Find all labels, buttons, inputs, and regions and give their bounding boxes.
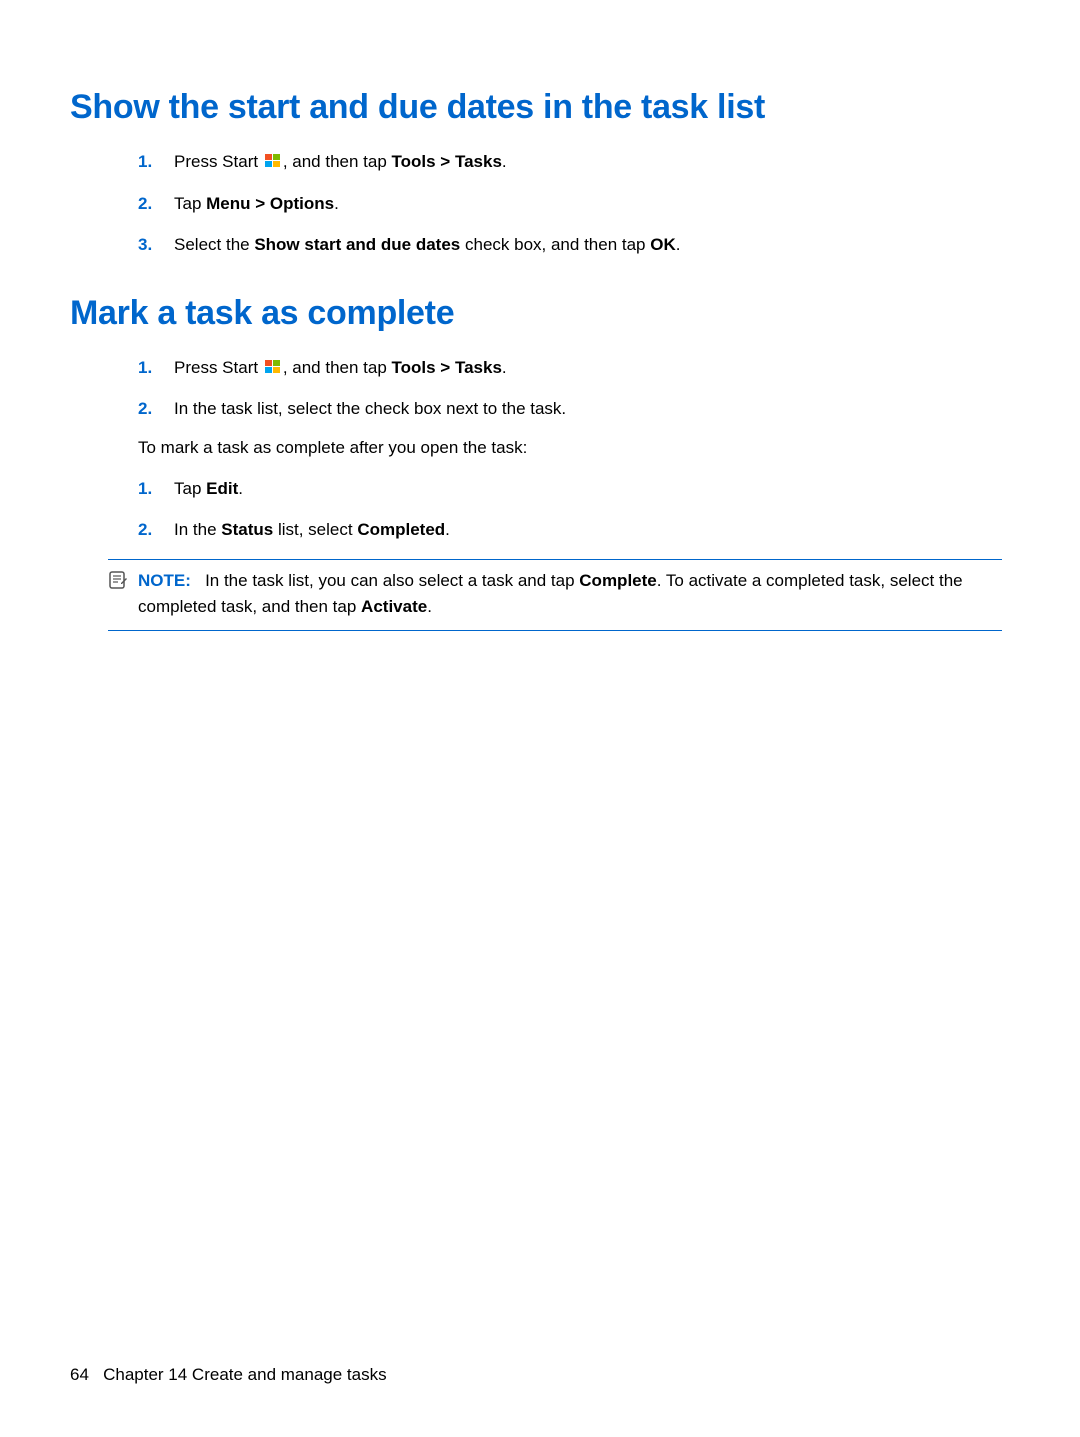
step-text: Tap Menu > Options. [174, 191, 1010, 217]
chapter-title: Chapter 14 Create and manage tasks [103, 1365, 387, 1384]
text: In the task list, you can also select a … [205, 571, 579, 590]
note-block: NOTE: In the task list, you can also sel… [108, 559, 1002, 632]
text-bold: Completed [357, 520, 445, 539]
step-text: In the task list, select the check box n… [174, 396, 1010, 422]
step-number: 2. [138, 396, 174, 422]
step-text: Press Start , and then tap Tools > Tasks… [174, 149, 1010, 175]
step: 2. Tap Menu > Options. [138, 191, 1010, 217]
heading-mark-complete: Mark a task as complete [70, 294, 1010, 333]
text-bold: OK [650, 235, 676, 254]
text: . [676, 235, 681, 254]
text: Press Start [174, 152, 263, 171]
note-text: NOTE: In the task list, you can also sel… [138, 568, 1002, 621]
step-number: 1. [138, 355, 174, 381]
step-number: 3. [138, 232, 174, 258]
heading-show-dates: Show the start and due dates in the task… [70, 88, 1010, 127]
text: Tap [174, 479, 206, 498]
text: Tap [174, 194, 206, 213]
step-number: 1. [138, 476, 174, 502]
step: 1. Tap Edit. [138, 476, 1010, 502]
windows-start-icon [265, 154, 281, 168]
text: check box, and then tap [460, 235, 650, 254]
text-bold: Complete [579, 571, 656, 590]
note-icon [108, 570, 128, 590]
steps-section2a: 1. Press Start , and then tap Tools > Ta… [138, 355, 1010, 422]
steps-section1: 1. Press Start , and then tap Tools > Ta… [138, 149, 1010, 258]
text: . [502, 358, 507, 377]
text: list, select [273, 520, 357, 539]
text: In the task list, select the check box n… [174, 399, 566, 418]
steps-section2b: 1. Tap Edit. 2. In the Status list, sele… [138, 476, 1010, 543]
step-number: 1. [138, 149, 174, 175]
step: 1. Press Start , and then tap Tools > Ta… [138, 355, 1010, 381]
step-text: Press Start , and then tap Tools > Tasks… [174, 355, 1010, 381]
text: Select the [174, 235, 254, 254]
step: 1. Press Start , and then tap Tools > Ta… [138, 149, 1010, 175]
text-bold: Show start and due dates [254, 235, 460, 254]
text-bold: Tools > Tasks [392, 152, 502, 171]
text-bold: Menu > Options [206, 194, 334, 213]
step: 2. In the Status list, select Completed. [138, 517, 1010, 543]
text-bold: Activate [361, 597, 427, 616]
page-footer: 64 Chapter 14 Create and manage tasks [70, 1365, 387, 1385]
text: , and then tap [283, 358, 392, 377]
page-number: 64 [70, 1365, 89, 1384]
note-label: NOTE: [138, 571, 191, 590]
text: . [427, 597, 432, 616]
text: , and then tap [283, 152, 392, 171]
paragraph: To mark a task as complete after you ope… [138, 438, 1010, 458]
text: . [238, 479, 243, 498]
text: . [445, 520, 450, 539]
text-bold: Status [221, 520, 273, 539]
text: . [502, 152, 507, 171]
step: 3. Select the Show start and due dates c… [138, 232, 1010, 258]
text-bold: Edit [206, 479, 238, 498]
step-text: In the Status list, select Completed. [174, 517, 1010, 543]
text: . [334, 194, 339, 213]
windows-start-icon [265, 360, 281, 374]
step-number: 2. [138, 517, 174, 543]
step: 2. In the task list, select the check bo… [138, 396, 1010, 422]
step-text: Select the Show start and due dates chec… [174, 232, 1010, 258]
step-text: Tap Edit. [174, 476, 1010, 502]
text: In the [174, 520, 221, 539]
text-bold: Tools > Tasks [392, 358, 502, 377]
text: Press Start [174, 358, 263, 377]
step-number: 2. [138, 191, 174, 217]
